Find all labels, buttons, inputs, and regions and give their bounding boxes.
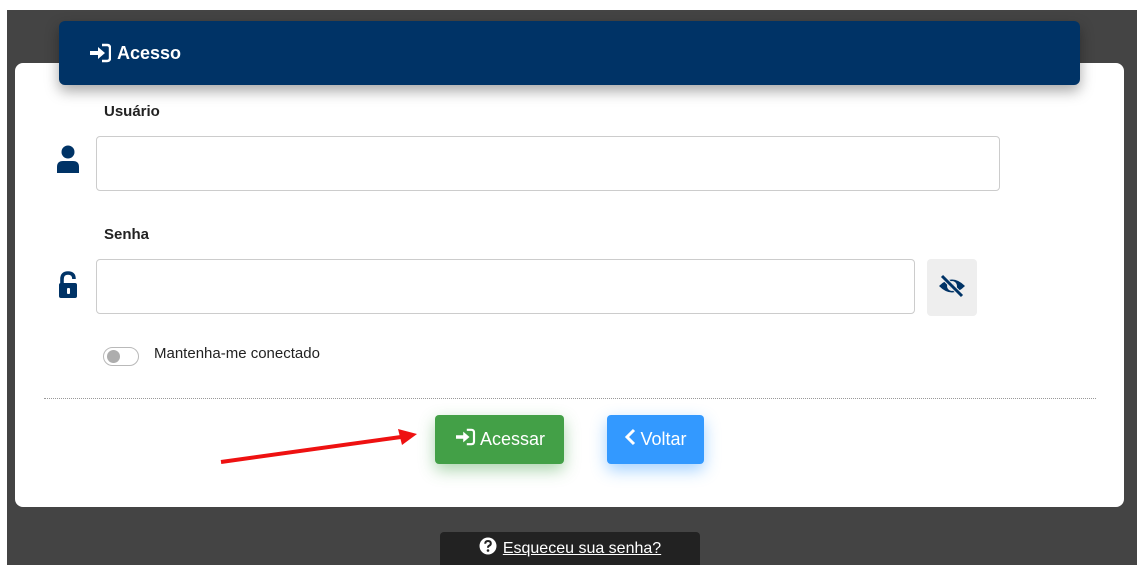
remember-me-toggle[interactable] [103, 347, 139, 366]
submit-button-label: Acessar [479, 429, 546, 449]
toggle-knob [107, 350, 120, 363]
back-button-label: Voltar [640, 429, 687, 449]
toggle-password-visibility-button[interactable] [927, 259, 977, 316]
submit-button[interactable]: Acessar [435, 415, 564, 464]
page-title: Acesso [117, 42, 182, 63]
forgot-password-link[interactable]: Esqueceu sua senha? [503, 540, 661, 558]
password-label: Senha [104, 226, 150, 243]
chevron-left-icon [624, 428, 640, 451]
sign-in-icon [89, 41, 113, 65]
remember-me-label[interactable]: Mantenha-me conectado [154, 345, 320, 362]
user-icon [55, 144, 81, 174]
eye-slash-icon [937, 274, 967, 301]
question-circle-icon [479, 537, 497, 560]
username-label: Usuário [104, 103, 160, 120]
username-input[interactable] [96, 136, 1000, 191]
sign-in-icon [454, 428, 480, 451]
login-header: Acesso [59, 21, 1080, 85]
annotation-arrow [220, 429, 417, 464]
forgot-password-bar: Esqueceu sua senha? [440, 532, 700, 565]
divider [44, 398, 1096, 399]
back-button[interactable]: Voltar [607, 415, 704, 464]
unlock-icon [55, 270, 81, 300]
password-input[interactable] [96, 259, 915, 314]
